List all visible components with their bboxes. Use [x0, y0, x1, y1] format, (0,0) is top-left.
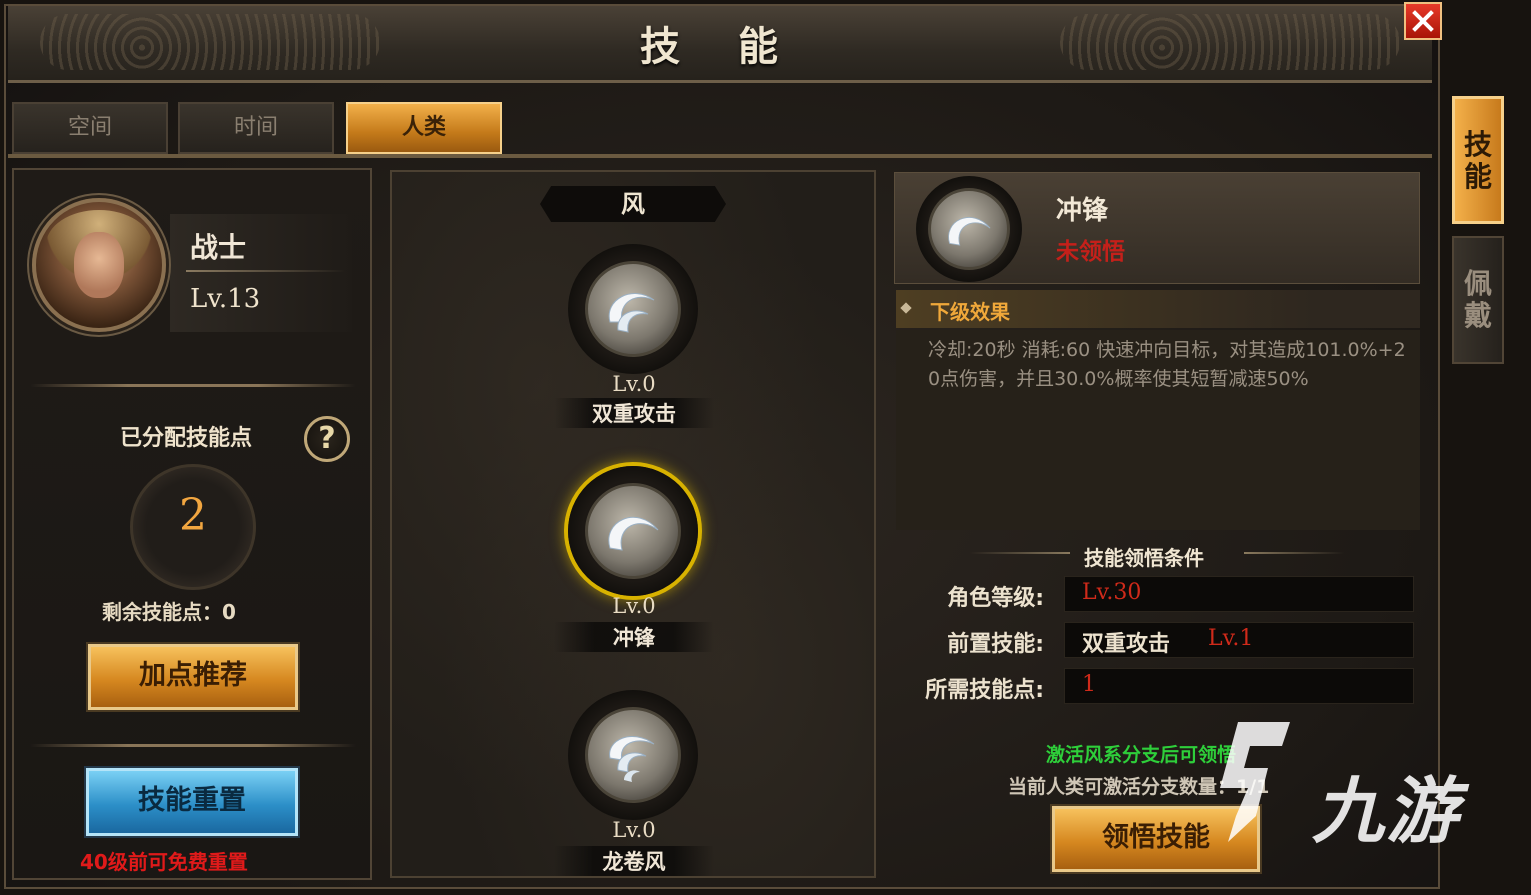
- name-divider: [186, 270, 346, 272]
- condition-label-points: 所需技能点:: [925, 678, 1044, 703]
- skill-level-charge: Lv.0: [612, 594, 656, 618]
- help-button[interactable]: ?: [304, 416, 350, 462]
- skill-node-charge[interactable]: [568, 466, 698, 596]
- allocated-points-label: 已分配技能点: [120, 426, 253, 451]
- side-tab-skill[interactable]: 技能: [1452, 96, 1504, 224]
- next-effect-title: 下级效果: [930, 300, 1010, 324]
- tab-time[interactable]: 时间: [178, 102, 334, 154]
- tab-human[interactable]: 人类: [346, 102, 502, 154]
- skill-level-double-attack: Lv.0: [612, 372, 656, 396]
- watermark-logo-icon: [1220, 722, 1290, 842]
- conditions-line-left: [970, 552, 1070, 554]
- skill-node-tornado[interactable]: [568, 690, 698, 820]
- character-level: Lv.13: [190, 284, 261, 314]
- reset-note: 40级前可免费重置: [80, 850, 248, 874]
- watermark-text: 九游: [1312, 769, 1461, 853]
- skill-level-tornado: Lv.0: [612, 818, 656, 842]
- divider-top: [30, 384, 356, 387]
- condition-extra-prereq: Lv.1: [1208, 626, 1254, 651]
- tab-space[interactable]: 空间: [12, 102, 168, 154]
- side-tab-equip[interactable]: 佩戴: [1452, 236, 1504, 364]
- skill-name-charge: 冲锋: [554, 622, 714, 652]
- wind-skill-icon: [585, 707, 681, 803]
- wind-skill-icon: [928, 188, 1010, 270]
- close-button[interactable]: [1404, 2, 1442, 40]
- condition-value-prereq: 双重攻击: [1082, 632, 1171, 657]
- detail-skill-status: 未领悟: [1056, 239, 1125, 265]
- condition-label-prereq: 前置技能:: [947, 632, 1044, 657]
- title-ornament-left: [40, 14, 380, 70]
- divider-bottom: [30, 744, 356, 747]
- skill-name-double-attack: 双重攻击: [554, 398, 714, 428]
- window-title: 技 能: [640, 24, 800, 70]
- branch-label: 风: [540, 186, 726, 222]
- conditions-title: 技能领悟条件: [1084, 546, 1204, 570]
- condition-value-level: Lv.30: [1082, 580, 1142, 605]
- close-icon: [1412, 10, 1434, 32]
- detail-skill-name: 冲锋: [1056, 196, 1109, 226]
- allocated-points-value: 2: [179, 490, 207, 541]
- condition-label-level: 角色等级:: [947, 586, 1044, 611]
- detail-skill-icon: [916, 176, 1022, 282]
- wind-skill-icon: [585, 261, 681, 357]
- skill-name-tornado: 龙卷风: [554, 846, 714, 876]
- portrait-face: [74, 232, 124, 298]
- skill-node-double-attack[interactable]: [568, 244, 698, 374]
- tab-divider: [8, 154, 1432, 158]
- next-effect-text: 冷却:20秒 消耗:60 快速冲向目标，对其造成101.0%+20点伤害，并且3…: [928, 339, 1406, 390]
- conditions-line-right: [1244, 552, 1344, 554]
- condition-value-points: 1: [1082, 672, 1096, 697]
- character-portrait: [32, 198, 166, 332]
- wind-skill-icon: [585, 483, 681, 579]
- character-class: 战士: [190, 231, 247, 264]
- remaining-points: 剩余技能点：0: [102, 600, 236, 624]
- title-ornament-right: [1060, 14, 1400, 70]
- recommend-button[interactable]: 加点推荐: [88, 644, 298, 710]
- condition-box-points: [1064, 668, 1414, 704]
- reset-button[interactable]: 技能重置: [86, 768, 298, 836]
